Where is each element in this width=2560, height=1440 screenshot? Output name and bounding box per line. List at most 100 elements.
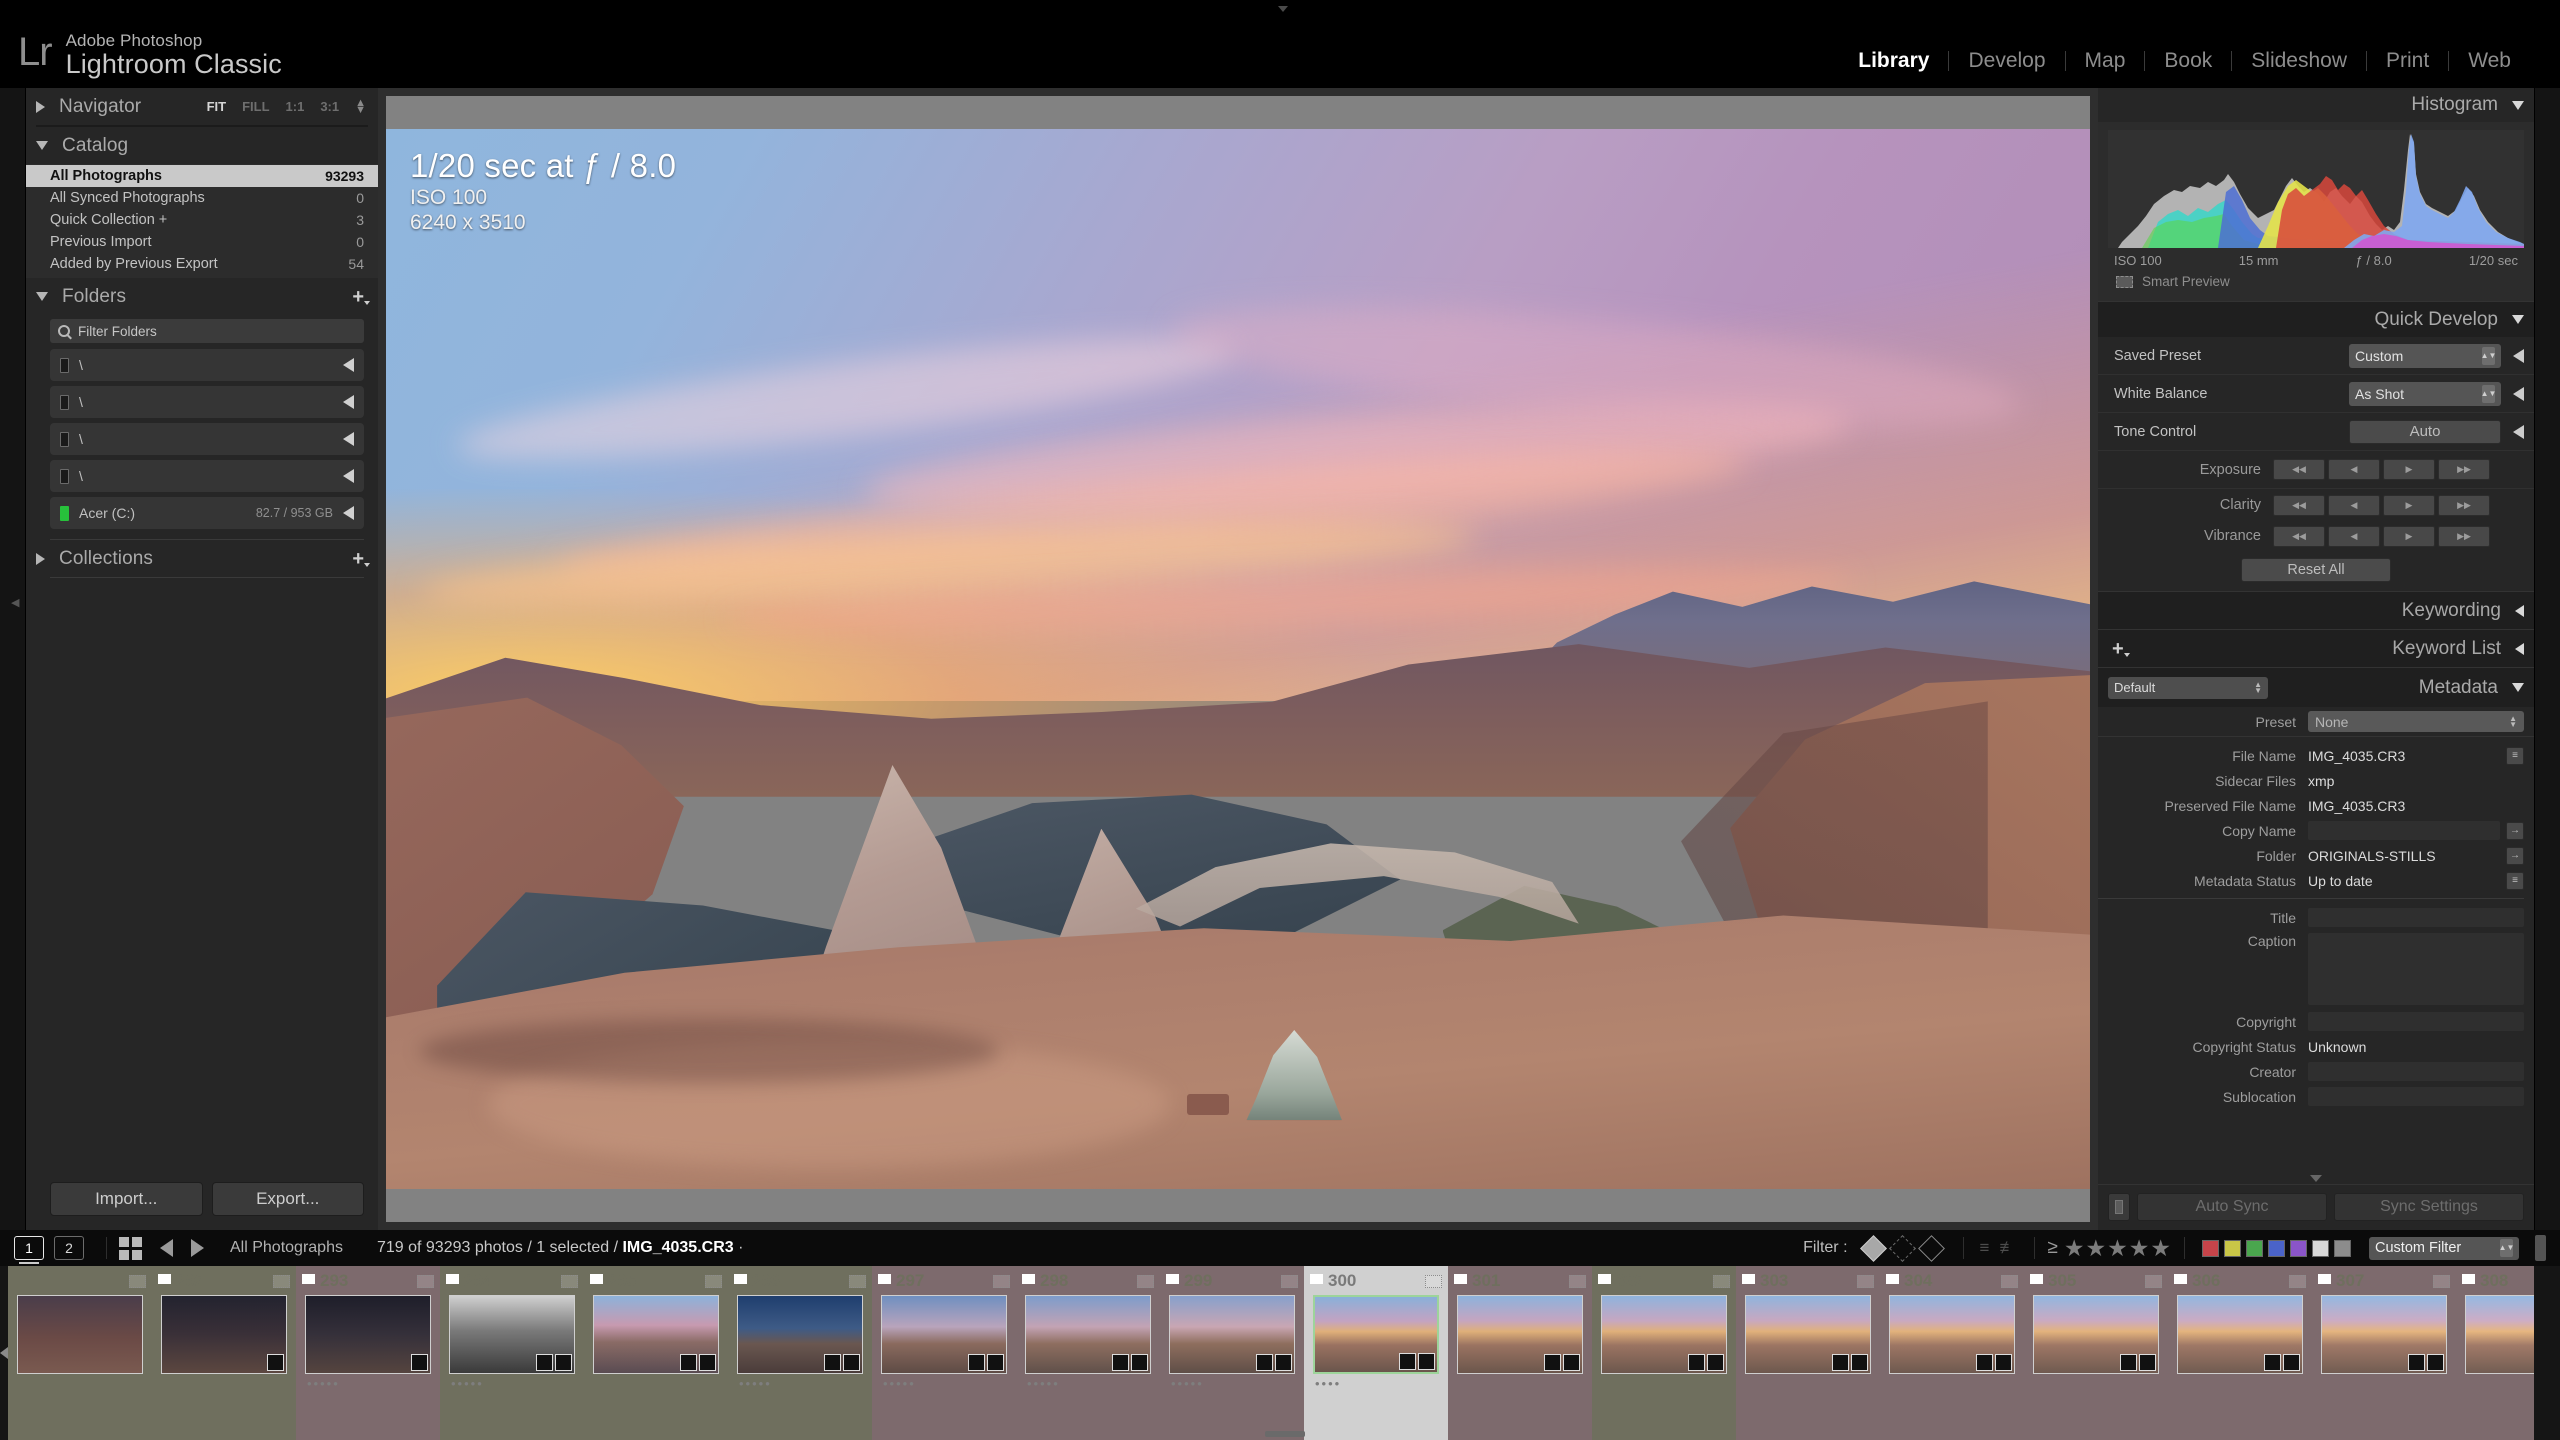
thumbnail[interactable] bbox=[1025, 1295, 1151, 1374]
module-library[interactable]: Library bbox=[1839, 49, 1948, 73]
white-balance-select[interactable]: As Shot ▲▼ bbox=[2349, 381, 2501, 406]
vibrance-decrease-small[interactable]: ◀ bbox=[2328, 525, 2380, 547]
color-label-purple[interactable] bbox=[2290, 1239, 2307, 1257]
keyword-list-header[interactable]: + Keyword List bbox=[2098, 629, 2534, 667]
right-panel-edge[interactable] bbox=[2534, 88, 2560, 1230]
chevron-left-icon[interactable] bbox=[343, 506, 354, 520]
copy-name-input[interactable] bbox=[2308, 821, 2500, 840]
thumbnail[interactable] bbox=[737, 1295, 863, 1374]
flag-icon[interactable] bbox=[1166, 1273, 1179, 1289]
flag-icon[interactable] bbox=[158, 1273, 171, 1289]
module-book[interactable]: Book bbox=[2145, 49, 2231, 73]
flag-icon[interactable] bbox=[590, 1273, 603, 1289]
filter-lock-handle[interactable] bbox=[2535, 1235, 2546, 1261]
filmstrip-cell-293[interactable]: 293 ••••• bbox=[296, 1266, 440, 1440]
export-button[interactable]: Export... bbox=[211, 1182, 364, 1216]
folder-volume-row[interactable]: \ bbox=[50, 460, 364, 492]
module-web[interactable]: Web bbox=[2449, 49, 2530, 73]
folders-header[interactable]: Folders + bbox=[26, 278, 378, 315]
chevron-right-icon[interactable] bbox=[36, 100, 45, 113]
add-folder-icon[interactable]: + bbox=[352, 287, 370, 307]
chevron-down-icon[interactable] bbox=[2512, 683, 2524, 692]
metadata-header[interactable]: Default ▲ ▼ Metadata bbox=[2098, 667, 2534, 707]
field-menu-icon[interactable]: ≡ bbox=[2506, 746, 2524, 765]
sublocation-input[interactable] bbox=[2308, 1087, 2524, 1106]
thumbnail[interactable] bbox=[449, 1295, 575, 1374]
flag-icon[interactable] bbox=[1886, 1273, 1899, 1289]
catalog-item-quick-collection[interactable]: Quick Collection + 3 bbox=[26, 209, 378, 231]
sort-ascending-icon[interactable]: ≡ bbox=[1980, 1238, 1992, 1258]
collections-header[interactable]: Collections + bbox=[26, 540, 378, 577]
filmstrip-cell-305[interactable]: 305 bbox=[2024, 1266, 2168, 1440]
color-label-none[interactable] bbox=[2334, 1239, 2351, 1257]
clarity-increase-small[interactable]: ▶ bbox=[2383, 494, 2435, 516]
screen-1-button[interactable]: 1 bbox=[14, 1236, 44, 1264]
catalog-header[interactable]: Catalog bbox=[26, 127, 378, 164]
zoom-3-1[interactable]: 3:1 bbox=[320, 99, 339, 114]
flag-icon[interactable] bbox=[734, 1273, 747, 1289]
color-label-red[interactable] bbox=[2202, 1239, 2219, 1257]
module-map[interactable]: Map bbox=[2066, 49, 2145, 73]
stepper-icon[interactable]: ▲▼ bbox=[2481, 346, 2496, 365]
folder-volume-row[interactable]: \ bbox=[50, 349, 364, 381]
field-menu-icon[interactable]: ≡ bbox=[2506, 871, 2524, 890]
filmstrip-cell-302[interactable]: 302 bbox=[1592, 1266, 1736, 1440]
exposure-increase-small[interactable]: ▶ bbox=[2383, 459, 2435, 480]
zoom-1-1[interactable]: 1:1 bbox=[286, 99, 305, 114]
previous-photo-icon[interactable] bbox=[160, 1239, 173, 1257]
creator-input[interactable] bbox=[2308, 1062, 2524, 1081]
thumbnail[interactable] bbox=[2033, 1295, 2159, 1374]
filmstrip-cell-300-selected[interactable]: 300 •••• bbox=[1304, 1266, 1448, 1440]
thumbnail[interactable] bbox=[881, 1295, 1007, 1374]
chevron-left-icon[interactable] bbox=[2515, 642, 2524, 655]
flag-unflagged-icon[interactable] bbox=[1888, 1234, 1916, 1262]
stepper-icon[interactable]: ▲▼ bbox=[2254, 680, 2262, 694]
clarity-decrease-small[interactable]: ◀ bbox=[2328, 494, 2380, 516]
zoom-fill[interactable]: FILL bbox=[242, 99, 269, 114]
filmstrip-cell-295[interactable]: 295 bbox=[584, 1266, 728, 1440]
grid-view-icon[interactable] bbox=[119, 1236, 142, 1260]
filmstrip-cell-301[interactable]: 301 bbox=[1448, 1266, 1592, 1440]
zoom-fit[interactable]: FIT bbox=[207, 99, 227, 114]
next-photo-icon[interactable] bbox=[191, 1239, 204, 1257]
module-print[interactable]: Print bbox=[2367, 49, 2448, 73]
stepper-icon[interactable]: ▲▼ bbox=[2481, 384, 2496, 403]
folder-volume-row[interactable]: \ bbox=[50, 423, 364, 455]
flag-icon[interactable] bbox=[1022, 1273, 1035, 1289]
add-keyword-icon[interactable]: + bbox=[2112, 639, 2130, 659]
thumbnail[interactable] bbox=[305, 1295, 431, 1374]
sort-descending-icon[interactable]: ≢ bbox=[1999, 1238, 2018, 1258]
flag-icon[interactable] bbox=[2174, 1273, 2187, 1289]
chevron-left-icon[interactable] bbox=[343, 358, 354, 372]
field-value[interactable]: IMG_4035.CR3 bbox=[2308, 748, 2500, 764]
chevron-left-icon[interactable] bbox=[2515, 604, 2524, 617]
field-goto-icon[interactable]: → bbox=[2506, 821, 2524, 840]
custom-filter-select[interactable]: Custom Filter ▲▼ bbox=[2369, 1236, 2519, 1260]
filmstrip-cell-296[interactable]: 296 ••••• bbox=[728, 1266, 872, 1440]
module-develop[interactable]: Develop bbox=[1949, 49, 2064, 73]
flag-icon[interactable] bbox=[1310, 1273, 1323, 1289]
vibrance-increase-large[interactable]: ▶▶ bbox=[2438, 525, 2490, 547]
status-suffix[interactable]: · bbox=[734, 1239, 743, 1256]
thumbnail[interactable] bbox=[17, 1295, 143, 1374]
catalog-item-previous-import[interactable]: Previous Import 0 bbox=[26, 231, 378, 253]
stepper-icon[interactable]: ▲▼ bbox=[2499, 1239, 2514, 1257]
flag-icon[interactable] bbox=[1598, 1273, 1611, 1289]
flag-icon[interactable] bbox=[302, 1273, 315, 1289]
catalog-item-all-photographs[interactable]: All Photographs 93293 bbox=[26, 165, 378, 187]
thumbnail[interactable] bbox=[1601, 1295, 1727, 1374]
exposure-increase-large[interactable]: ▶▶ bbox=[2438, 459, 2490, 480]
zoom-stepper-icon[interactable]: ▲ ▼ bbox=[355, 97, 366, 115]
filmstrip-source[interactable]: All Photographs bbox=[230, 1239, 343, 1257]
thumbnail[interactable] bbox=[2321, 1295, 2447, 1374]
catalog-item-all-synced[interactable]: All Synced Photographs 0 bbox=[26, 187, 378, 209]
rating-stars[interactable]: ★★★★★ bbox=[2064, 1235, 2172, 1262]
filmstrip-scroll-left[interactable] bbox=[0, 1266, 8, 1440]
catalog-item-added-by-export[interactable]: Added by Previous Export 54 bbox=[26, 253, 378, 275]
flag-reject-icon[interactable] bbox=[1917, 1234, 1945, 1262]
histogram-header[interactable]: Histogram bbox=[2098, 88, 2534, 122]
exposure-decrease-small[interactable]: ◀ bbox=[2328, 459, 2380, 480]
reset-all-button[interactable]: Reset All bbox=[2241, 558, 2391, 582]
flag-icon[interactable] bbox=[2030, 1273, 2043, 1289]
color-label-yellow[interactable] bbox=[2224, 1239, 2241, 1257]
